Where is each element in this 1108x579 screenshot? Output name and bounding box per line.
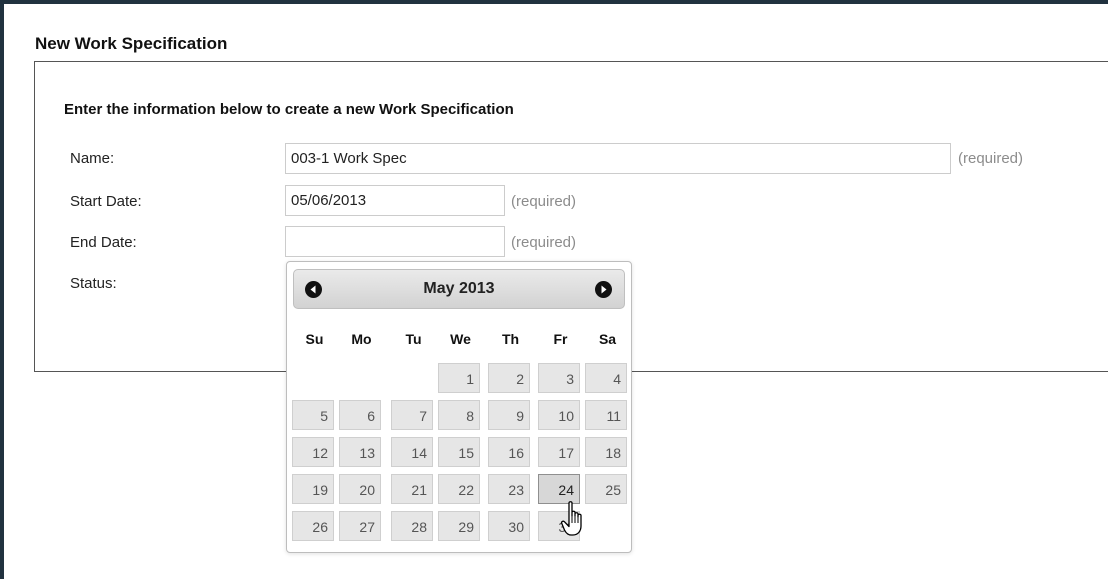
day-cell-25[interactable]: 25 [585,474,627,504]
start-date-label: Start Date: [70,193,142,210]
day-cell-30[interactable]: 30 [488,511,530,541]
end-date-label: End Date: [70,234,137,251]
name-required-note: (required) [958,150,1024,167]
start-date-input[interactable] [285,185,505,216]
day-cell-16[interactable]: 16 [488,437,530,467]
weekday-label-fr: Fr [553,331,568,347]
day-cell-11[interactable]: 11 [585,400,627,430]
day-cell-20[interactable]: 20 [339,474,381,504]
day-cell-1[interactable]: 1 [438,363,480,393]
datepicker-header: May 2013 [293,269,625,309]
weekday-label-th: Th [501,331,520,347]
datepicker-month-title: May 2013 [423,280,495,297]
weekday-label-we: We [450,331,471,347]
day-cell-7[interactable]: 7 [391,400,433,430]
day-cell-14[interactable]: 14 [391,437,433,467]
name-label: Name: [70,150,115,167]
weekday-label-su: Su [305,331,324,347]
day-cell-27[interactable]: 27 [339,511,381,541]
day-cell-28[interactable]: 28 [391,511,433,541]
day-cell-4[interactable]: 4 [585,363,627,393]
day-cell-22[interactable]: 22 [438,474,480,504]
day-cell-29[interactable]: 29 [438,511,480,541]
day-cell-8[interactable]: 8 [438,400,480,430]
day-cell-18[interactable]: 18 [585,437,627,467]
end-date-required-note: (required) [511,234,577,251]
form-instructions: Enter the information below to create a … [64,101,514,118]
day-cell-24[interactable]: 24 [538,474,580,504]
day-cell-31[interactable]: 31 [538,511,580,541]
start-date-required-note: (required) [511,193,577,210]
day-cell-2[interactable]: 2 [488,363,530,393]
page-title: New Work Specification [35,34,228,53]
weekday-label-mo: Mo [351,331,372,347]
day-cell-9[interactable]: 9 [488,400,530,430]
name-input[interactable] [285,143,951,174]
day-cell-5[interactable]: 5 [292,400,334,430]
weekday-label-tu: Tu [405,331,422,347]
day-cell-10[interactable]: 10 [538,400,580,430]
day-cell-15[interactable]: 15 [438,437,480,467]
status-label: Status: [70,275,117,292]
day-cell-17[interactable]: 17 [538,437,580,467]
day-cell-21[interactable]: 21 [391,474,433,504]
day-cell-6[interactable]: 6 [339,400,381,430]
day-cell-3[interactable]: 3 [538,363,580,393]
day-cell-23[interactable]: 23 [488,474,530,504]
day-cell-26[interactable]: 26 [292,511,334,541]
weekday-label-sa: Sa [598,331,617,347]
end-date-input[interactable] [285,226,505,257]
day-cell-13[interactable]: 13 [339,437,381,467]
day-cell-19[interactable]: 19 [292,474,334,504]
day-cell-12[interactable]: 12 [292,437,334,467]
circle-arrow-right-icon[interactable] [595,281,612,298]
